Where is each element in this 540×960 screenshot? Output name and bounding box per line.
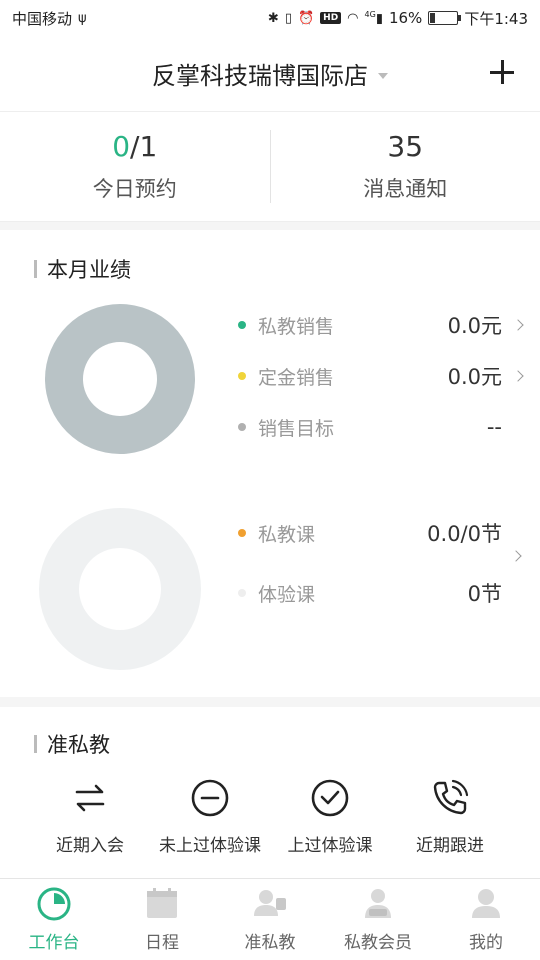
phone-call-icon — [433, 779, 469, 815]
sales-row-target: 销售目标 -- — [238, 412, 528, 442]
battery-icon — [428, 11, 462, 25]
prospects-section: 准私教 近期入会 未上过体验课 上过体验课 近期跟进 — [0, 697, 540, 879]
classes-donut-chart — [39, 508, 201, 670]
stats-row: 0/1 今日预约 35 消息通知 — [0, 112, 540, 222]
classes-row-private[interactable]: 私教课 0.0/0节 — [238, 518, 528, 548]
chevron-right-icon — [512, 370, 524, 382]
chevron-right-icon — [512, 319, 524, 331]
classes-row-trial[interactable]: 体验课 0节 — [238, 578, 528, 608]
chevron-down-icon — [378, 72, 388, 79]
legend-dot — [238, 423, 246, 431]
section-marker — [34, 260, 37, 278]
sales-row-deposit[interactable]: 定金销售 0.0元 — [238, 361, 528, 391]
store-name: 反掌科技瑞博国际店 — [152, 62, 368, 90]
prospect-shortcuts: 近期入会 未上过体验课 上过体验课 近期跟进 — [0, 777, 540, 856]
appointments-count: 0/1 — [112, 130, 158, 163]
appointments-label: 今日预约 — [92, 177, 177, 201]
store-selector[interactable]: 反掌科技瑞博国际店 — [152, 56, 388, 91]
tab-vip-members[interactable]: 私教会员 — [324, 879, 432, 960]
vibrate-icon: ▯ — [284, 10, 292, 26]
dashboard-icon — [37, 887, 71, 921]
hd-badge: HD — [320, 12, 342, 24]
minus-circle-icon — [191, 779, 229, 817]
profile-icon — [472, 889, 500, 918]
legend-dot — [238, 321, 246, 329]
tab-prospects[interactable]: 准私教 — [216, 879, 324, 960]
legend-dot — [238, 589, 246, 597]
signal-icon: 4G▮ — [364, 9, 383, 27]
battery-percent: 16% — [388, 9, 423, 27]
messages-label: 消息通知 — [363, 177, 448, 201]
message-notifications[interactable]: 35 消息通知 — [271, 112, 540, 221]
messages-count: 35 — [387, 130, 424, 163]
status-bar: 中国移动 ψ ✱ ▯ ⏰ HD ◠ 4G▮ 16% 下午1:43 — [0, 0, 540, 36]
today-appointments[interactable]: 0/1 今日预约 — [0, 112, 270, 221]
carrier-name: 中国移动 — [12, 9, 73, 28]
legend-dot — [238, 529, 246, 537]
check-circle-icon — [311, 779, 349, 817]
vip-member-icon — [365, 889, 391, 918]
calendar-icon — [147, 888, 177, 918]
bottom-tab-bar: 工作台 日程 准私教 私教会员 我的 — [0, 878, 540, 960]
section-title: 准私教 — [34, 729, 110, 759]
tab-schedule[interactable]: 日程 — [108, 879, 216, 960]
sales-donut-chart — [45, 304, 195, 454]
section-marker — [34, 735, 37, 753]
add-button[interactable] — [488, 58, 516, 86]
bluetooth-icon: ✱ — [267, 10, 279, 26]
clock: 下午1:43 — [464, 9, 528, 28]
shortcut-had-trial[interactable]: 上过体验课 — [270, 777, 390, 856]
shortcut-recent-join[interactable]: 近期入会 — [30, 777, 150, 856]
app-header: 反掌科技瑞博国际店 — [0, 36, 540, 112]
wifi-icon: ◠ — [347, 10, 359, 26]
shortcut-follow-up[interactable]: 近期跟进 — [390, 777, 510, 856]
monthly-performance-section: 本月业绩 私教销售 0.0元 定金销售 0.0元 销售目标 -- 私教课 0.0… — [0, 222, 540, 697]
section-title: 本月业绩 — [34, 254, 131, 284]
alarm-icon: ⏰ — [297, 10, 315, 26]
chevron-right-icon[interactable] — [510, 550, 522, 562]
swap-arrows-icon — [75, 784, 105, 812]
tab-profile[interactable]: 我的 — [432, 879, 540, 960]
legend-dot — [238, 372, 246, 380]
prospects-icon — [254, 890, 286, 916]
tab-workbench[interactable]: 工作台 — [0, 879, 108, 960]
sales-row-private[interactable]: 私教销售 0.0元 — [238, 310, 528, 340]
usb-icon: ψ — [78, 10, 87, 26]
shortcut-no-trial[interactable]: 未上过体验课 — [150, 777, 270, 856]
